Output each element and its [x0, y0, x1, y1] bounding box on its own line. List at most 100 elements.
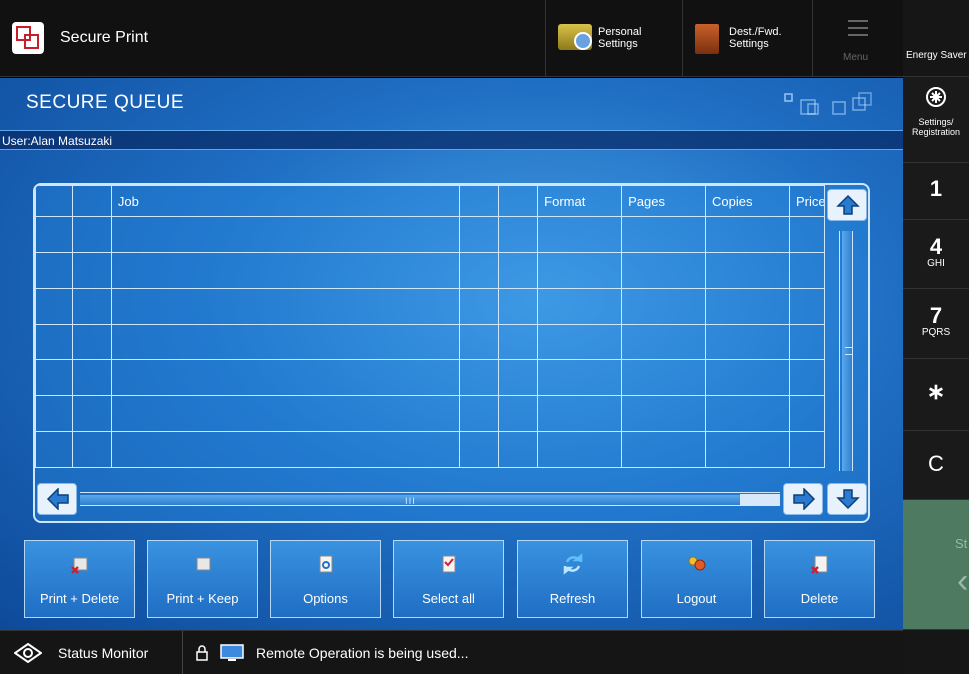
scroll-right-button[interactable] [783, 483, 823, 515]
delete-button[interactable]: Delete [764, 540, 875, 618]
scroll-left-button[interactable] [37, 483, 77, 515]
scroll-down-button[interactable] [827, 483, 867, 515]
table-cell [110, 216, 461, 253]
user-label: User:Alan Matsuzaki [2, 134, 113, 148]
key-7[interactable]: 7 PQRS [903, 289, 969, 359]
top-bar: Secure Print Personal Settings Dest./Fwd… [0, 0, 903, 77]
table-cell [788, 431, 826, 468]
secure-print-app-icon [12, 22, 44, 54]
table-cell [705, 359, 790, 397]
table-cell [498, 216, 539, 253]
table-cell [459, 323, 500, 361]
table-cell [71, 431, 112, 468]
table-cell [621, 287, 707, 325]
refresh-button[interactable]: Refresh [517, 540, 628, 618]
job-grid: Job Format Pages Copies Price [35, 185, 826, 468]
table-cell [537, 216, 623, 253]
table-cell [705, 216, 790, 253]
key-1[interactable]: 1 [903, 163, 969, 220]
table-cell [71, 287, 112, 325]
table-row[interactable] [35, 323, 826, 361]
decorative-squares-icon [784, 92, 872, 115]
horizontal-scroll-thumb[interactable]: III [80, 495, 740, 507]
column-header[interactable] [459, 185, 500, 217]
options-button[interactable]: Options [270, 540, 381, 618]
scroll-grip-icon [845, 347, 853, 355]
vertical-scroll-thumb[interactable] [842, 231, 853, 471]
app-title: Secure Print [60, 29, 149, 46]
table-cell [459, 287, 500, 325]
table-row[interactable] [35, 216, 826, 253]
column-header-copies[interactable]: Copies [705, 185, 790, 217]
personal-settings-button[interactable]: Personal Settings [545, 0, 682, 77]
settings-registration-button[interactable]: Settings/ Registration [903, 77, 969, 163]
table-cell [537, 359, 623, 397]
start-button[interactable]: St ‹ [903, 500, 969, 630]
arrow-right-icon [793, 488, 816, 510]
dest-fwd-settings-button[interactable]: Dest./Fwd. Settings [682, 0, 812, 77]
table-cell [498, 287, 539, 325]
table-cell [498, 251, 539, 289]
table-header-row: Job Format Pages Copies Price [35, 185, 826, 217]
vertical-scroll-track[interactable] [839, 231, 853, 471]
status-bar: Status Monitor Remote Operation is being… [0, 630, 903, 674]
table-cell [537, 395, 623, 433]
table-cell [459, 251, 500, 289]
table-cell [498, 395, 539, 433]
table-cell [621, 395, 707, 433]
print-delete-button[interactable]: Print + Delete [24, 540, 135, 618]
table-cell [705, 431, 790, 468]
table-cell [110, 287, 461, 325]
energy-saver-button[interactable]: Energy Saver [903, 0, 969, 77]
table-cell [35, 251, 73, 289]
table-cell [498, 431, 539, 468]
address-book-icon [695, 24, 719, 54]
table-cell [498, 359, 539, 397]
table-cell [788, 216, 826, 253]
table-row[interactable] [35, 287, 826, 325]
key-asterisk[interactable]: ∗ [903, 359, 969, 431]
table-row[interactable] [35, 251, 826, 289]
status-monitor-icon [14, 643, 42, 663]
vertical-scrollbar[interactable] [825, 185, 868, 521]
print-delete-icon [71, 557, 88, 574]
secure-queue-screen: SECURE QUEUE User:Alan Matsuzaki Job For… [0, 78, 903, 630]
personal-settings-icon [558, 24, 592, 50]
column-header-format[interactable]: Format [537, 185, 623, 217]
options-icon [319, 555, 333, 573]
table-row[interactable] [35, 431, 826, 468]
scroll-up-button[interactable] [827, 189, 867, 221]
status-monitor-button[interactable]: Status Monitor [0, 631, 182, 674]
column-header-price[interactable]: Price [788, 185, 826, 217]
moon-icon [928, 14, 946, 41]
menu-button[interactable]: Menu [812, 0, 903, 77]
hard-key-panel: Energy Saver Settings/ Registration 1 4 … [903, 0, 969, 674]
key-4[interactable]: 4 GHI [903, 220, 969, 289]
clear-key[interactable]: C [903, 431, 969, 500]
start-arrow-icon: ‹ [957, 562, 969, 600]
job-list-table: Job Format Pages Copies Price III [33, 183, 870, 523]
table-cell [705, 323, 790, 361]
table-cell [110, 431, 461, 468]
table-cell [788, 395, 826, 433]
column-header[interactable] [71, 185, 112, 217]
table-cell [110, 323, 461, 361]
select-all-button[interactable]: Select all [393, 540, 504, 618]
table-cell [459, 395, 500, 433]
column-header-job[interactable]: Job [110, 185, 461, 217]
scroll-grip-icon: III [405, 497, 416, 507]
horizontal-scrollbar[interactable]: III [35, 483, 825, 521]
print-keep-button[interactable]: Print + Keep [147, 540, 258, 618]
column-header-pages[interactable]: Pages [621, 185, 707, 217]
horizontal-scroll-remaining [740, 494, 780, 506]
table-cell [110, 395, 461, 433]
table-row[interactable] [35, 395, 826, 433]
column-header[interactable] [35, 185, 73, 217]
horizontal-scroll-track[interactable]: III [80, 492, 780, 507]
table-cell [459, 216, 500, 253]
logout-button[interactable]: Logout [641, 540, 752, 618]
table-cell [705, 287, 790, 325]
table-cell [621, 431, 707, 468]
column-header[interactable] [498, 185, 539, 217]
table-row[interactable] [35, 359, 826, 397]
